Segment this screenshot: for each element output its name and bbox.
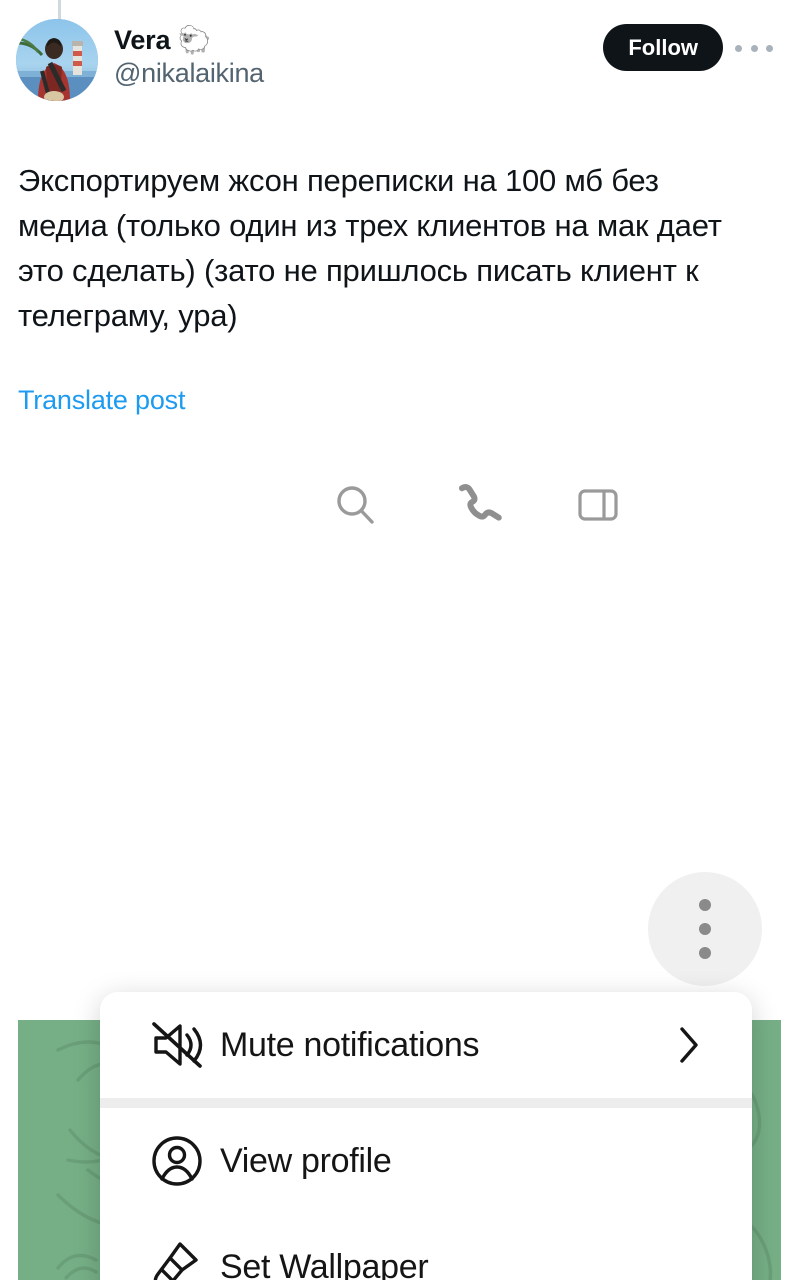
menu-item-mute-notifications[interactable]: Mute notifications xyxy=(100,992,752,1098)
follow-button[interactable]: Follow xyxy=(603,24,723,71)
translate-post-link[interactable]: Translate post xyxy=(18,383,185,417)
sidebar-panel-icon[interactable] xyxy=(568,475,628,535)
menu-item-label: Mute notifications xyxy=(220,1025,480,1064)
menu-item-view-profile[interactable]: View profile xyxy=(100,1108,752,1214)
user-handle[interactable]: @nikalaikina xyxy=(114,56,574,90)
menu-item-set-wallpaper[interactable]: Set Wallpaper xyxy=(100,1214,752,1280)
screenshot-root: Vera 🐑 @nikalaikina Follow Экспортируем … xyxy=(0,0,791,1280)
telegram-chat-toolbar xyxy=(0,432,791,572)
chevron-right-icon xyxy=(674,1023,704,1067)
menu-separator xyxy=(100,1098,752,1108)
speaker-mute-icon xyxy=(146,1014,220,1076)
tweet-body-text: Экспортируем жсон переписки на 100 мб бе… xyxy=(18,163,722,333)
chat-context-menu: Mute notifications View profile Set Wall… xyxy=(100,992,752,1280)
tweet-identity: Vera 🐑 @nikalaikina xyxy=(114,24,574,90)
paint-roller-icon xyxy=(146,1236,220,1280)
menu-item-label: Set Wallpaper xyxy=(220,1247,429,1280)
embedded-telegram-screenshot: Mute notifications View profile Set Wall… xyxy=(0,432,791,1280)
more-vertical-icon[interactable] xyxy=(648,872,762,986)
avatar[interactable] xyxy=(16,19,98,101)
display-name[interactable]: Vera 🐑 xyxy=(114,24,574,56)
menu-item-label: View profile xyxy=(220,1141,392,1180)
tweet-header: Vera 🐑 @nikalaikina Follow xyxy=(0,0,791,130)
phone-icon[interactable] xyxy=(448,475,508,535)
more-horizontal-icon[interactable] xyxy=(735,40,773,56)
user-circle-icon xyxy=(146,1130,220,1192)
search-icon[interactable] xyxy=(325,475,385,535)
